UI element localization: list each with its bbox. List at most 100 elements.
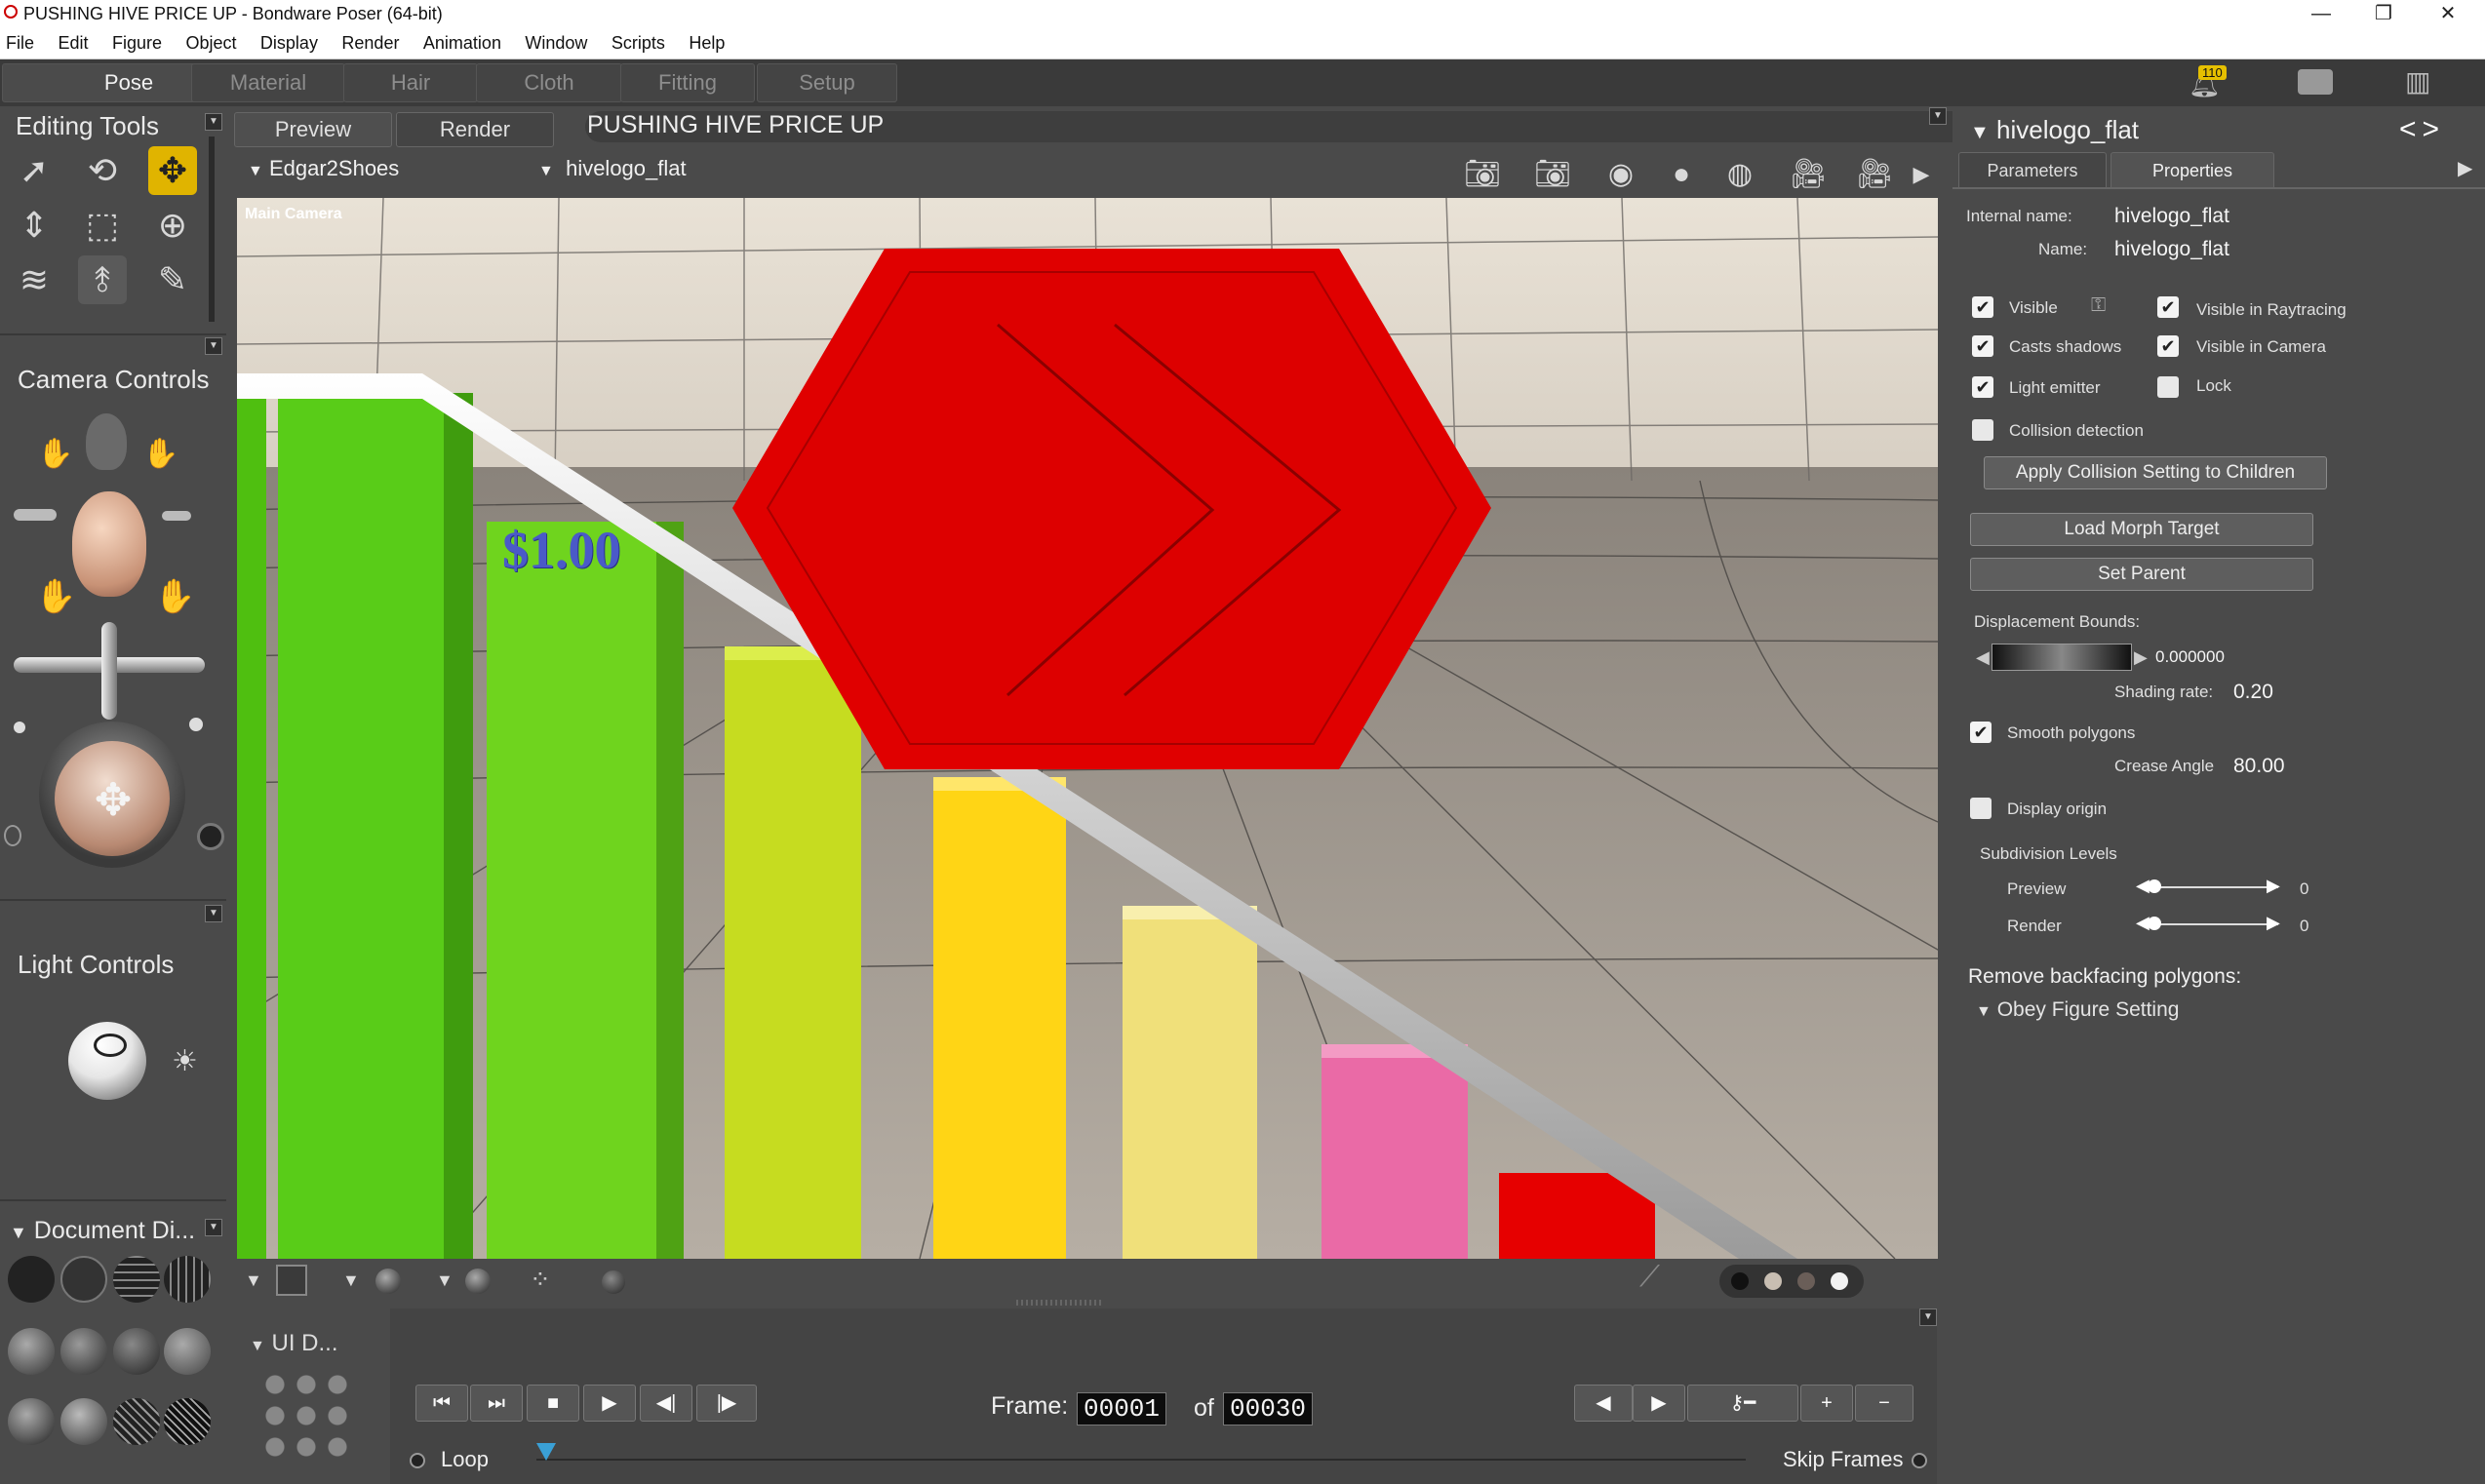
texture-shaded-style-icon[interactable] [164,1398,211,1445]
chevron-right-icon[interactable]: ▶ [2134,647,2148,668]
room-tab-setup[interactable]: Setup [757,63,897,102]
menu-edit[interactable]: Edit [58,33,88,54]
twist-tool-icon[interactable]: ⥉ [78,255,127,304]
silhouette-style-icon[interactable] [8,1256,55,1303]
video-camera-icon[interactable]: 🎥︎ [1787,156,1830,193]
camera-icon[interactable]: 📷︎ [1461,156,1504,193]
apply-collision-button[interactable]: Apply Collision Setting to Children [1984,456,2327,489]
lock-checkbox[interactable] [2157,376,2179,398]
panel-menu-arrow[interactable]: ▼ [205,113,222,131]
panel-menu-arrow[interactable]: ▼ [205,905,222,922]
chain-break-icon[interactable]: ≋ [10,255,59,304]
minimize-button[interactable]: — [2292,0,2350,29]
flat-shaded-style-icon[interactable] [60,1328,107,1375]
rotate-tool-icon[interactable]: ⟲ [78,146,127,195]
lit-wireframe-style-icon[interactable] [8,1328,55,1375]
stop-icon[interactable]: ■ [527,1385,579,1422]
close-button[interactable]: ✕ [2419,0,2477,29]
move-x-hand-icon[interactable]: ✋ [154,577,195,622]
room-tab-cloth[interactable]: Cloth [476,63,622,102]
menu-animation[interactable]: Animation [423,33,501,54]
render-tab[interactable]: Render [396,112,554,147]
3d-viewport[interactable]: Main Camera $1.00 [237,198,1938,1259]
cartoon-style-icon[interactable] [164,1328,211,1375]
display-origin-checkbox[interactable] [1970,798,1992,819]
preview-level-slider[interactable] [2151,886,2278,888]
sphere-style-icon[interactable] [465,1269,491,1294]
displacement-dial[interactable] [1992,644,2132,671]
previous-key-icon[interactable]: ◀ [1574,1385,1633,1422]
room-tab-fitting[interactable]: Fitting [620,63,755,102]
menu-window[interactable]: Window [525,33,587,54]
shadow-camera-icon[interactable]: ● [1660,156,1703,193]
ground-square-icon[interactable] [276,1265,307,1296]
panel-menu-arrow[interactable]: ▼ [205,337,222,355]
timeline-slider[interactable] [536,1459,1746,1461]
preview-tab[interactable]: Preview [234,112,392,147]
remove-keyframe-icon[interactable]: − [1855,1385,1913,1422]
bg-swatch-black[interactable] [1731,1272,1749,1290]
menu-help[interactable]: Help [689,33,725,54]
key-frames-icon[interactable]: ⚷━ [1687,1385,1798,1422]
loop-radio[interactable] [410,1453,425,1468]
sphere-style-icon[interactable] [602,1270,625,1294]
visible-checkbox[interactable]: ✔ [1972,296,1993,318]
wireframe-style-icon[interactable] [113,1256,160,1303]
set-parent-button[interactable]: Set Parent [1970,558,2313,591]
chevron-left-icon[interactable]: ◀ [1976,647,1990,668]
zoom-in-icon[interactable] [162,511,191,521]
visible-in-camera-checkbox[interactable]: ✔ [2157,335,2179,357]
menu-figure[interactable]: Figure [112,33,162,54]
camera-lock-icon[interactable] [4,825,21,846]
translate-in-out-icon[interactable]: ⇕ [10,201,59,250]
molecule-icon[interactable]: ⁘ [530,1265,572,1294]
menu-file[interactable]: File [6,33,34,54]
outline-style-icon[interactable] [60,1256,107,1303]
go-to-end-icon[interactable]: ⏭ [470,1385,523,1422]
chevron-right-icon[interactable]: ▶ [2458,156,2472,180]
smooth-polygons-checkbox[interactable]: ✔ [1970,722,1992,743]
direct-manipulation-icon[interactable]: ✎ [148,255,197,304]
smooth-lined-style-icon[interactable] [113,1398,160,1445]
panel-menu-arrow[interactable]: ▼ [205,1219,222,1236]
bg-swatch-white[interactable] [1831,1272,1848,1290]
panel-resize-grip[interactable] [1016,1300,1104,1306]
bg-swatch-brown[interactable] [1797,1272,1815,1290]
chevron-right-icon[interactable]: ▶ [1912,156,1931,193]
panel-menu-arrow[interactable]: ▼ [1929,107,1947,125]
library-icon[interactable]: ▥ [2405,67,2444,97]
fly-camera-icon[interactable]: 📷︎ [1531,156,1574,193]
backface-select[interactable]: ▼ Obey Figure Setting [1976,998,2179,1022]
load-morph-target-button[interactable]: Load Morph Target [1970,513,2313,546]
select-tool-icon[interactable]: ➚ [10,146,59,195]
room-tab-hair[interactable]: Hair [343,63,478,102]
sphere-style-icon[interactable] [375,1269,401,1294]
add-keyframe-icon[interactable]: + [1800,1385,1853,1422]
orbit-camera-icon[interactable]: ◉ [1599,156,1642,193]
ui-memory-dots[interactable] [259,1369,353,1463]
head-camera-icon[interactable] [72,491,146,597]
step-forward-icon[interactable]: |▶ [696,1385,757,1422]
parameters-tab[interactable]: Parameters [1958,152,2107,189]
camera-scale-knob-icon[interactable] [197,823,224,850]
preview-slider-knob[interactable] [2148,879,2161,893]
sun-icon[interactable]: ☀ [172,1047,201,1076]
menu-object[interactable]: Object [185,33,236,54]
properties-tab[interactable]: Properties [2110,152,2274,189]
menu-scripts[interactable]: Scripts [611,33,665,54]
right-hand-camera-icon[interactable]: ✋ [142,437,178,476]
displacement-value[interactable]: 0.000000 [2155,647,2225,667]
ruler-icon[interactable]: ⟋ [1639,1261,1675,1296]
tools-scrollbar[interactable] [209,137,215,322]
light-camera-icon[interactable]: ◍ [1718,156,1761,193]
render-level-slider[interactable] [2151,923,2278,925]
chevron-down-icon[interactable]: ▼ [245,1270,262,1291]
collapse-arrow-icon[interactable]: ▼ [250,1338,265,1354]
go-to-start-icon[interactable]: ⏮ [415,1385,468,1422]
menu-display[interactable]: Display [260,33,318,54]
zoom-out-icon[interactable] [14,509,57,521]
visible-in-raytracing-checkbox[interactable]: ✔ [2157,296,2179,318]
play-icon[interactable]: ▶ [583,1385,636,1422]
chat-icon[interactable] [2298,69,2333,95]
light-emitter-checkbox[interactable]: ✔ [1972,376,1993,398]
